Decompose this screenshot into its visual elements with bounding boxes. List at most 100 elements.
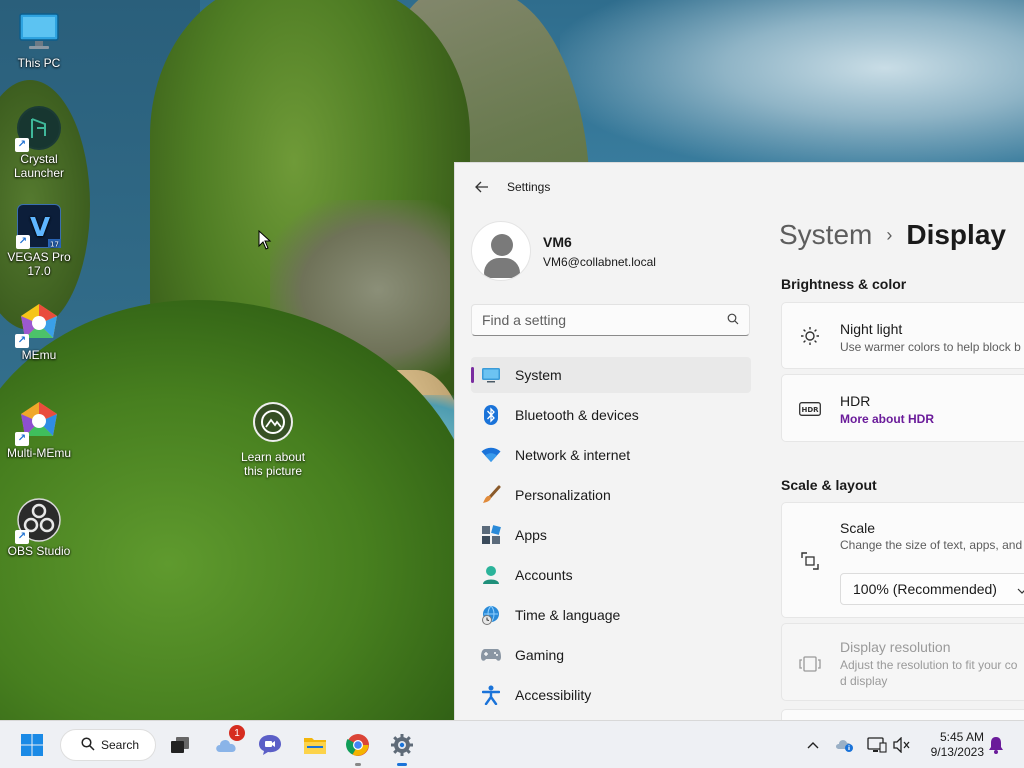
- breadcrumb: System › Display: [779, 219, 1006, 251]
- obs-studio-icon: ↗: [15, 498, 61, 544]
- user-profile[interactable]: VM6 VM6@collabnet.local: [471, 221, 656, 281]
- night-light-title: Night light: [840, 321, 903, 337]
- crystal-launcher-icon: ↗: [15, 106, 61, 152]
- clock-time: 5:45 AM: [939, 730, 984, 744]
- task-view-icon: [171, 737, 189, 753]
- desktop-icon-this-pc[interactable]: This PC: [1, 10, 77, 70]
- nav-item-accounts[interactable]: Accounts: [471, 557, 751, 593]
- bluetooth-icon: [481, 405, 501, 425]
- shortcut-arrow-icon: ↗: [16, 235, 30, 249]
- teams-chat-button[interactable]: [254, 729, 286, 761]
- nav-item-system[interactable]: System: [471, 357, 751, 393]
- display-resolution-card: Display resolution Adjust the resolution…: [781, 623, 1024, 701]
- nav-item-time-language[interactable]: Time & language: [471, 597, 751, 633]
- more-about-hdr-link[interactable]: More about HDR: [840, 412, 934, 426]
- nav-item-label: Personalization: [515, 487, 611, 503]
- back-button[interactable]: [471, 176, 493, 198]
- desktop-icon-label: Multi-MEmu: [6, 446, 71, 460]
- taskbar-clock[interactable]: 5:45 AM 9/13/2023: [918, 730, 984, 760]
- chrome-icon: [346, 734, 369, 756]
- network-monitor-icon[interactable]: [867, 735, 887, 755]
- desktop-icon-memu[interactable]: ↗ MEmu: [1, 302, 77, 362]
- desktop-icon-learn-about-picture[interactable]: Learn about this picture: [236, 402, 310, 478]
- shortcut-arrow-icon: ↗: [15, 334, 29, 348]
- clock-date: 9/13/2023: [930, 745, 984, 759]
- display-resolution-subtitle-1: Adjust the resolution to fit your co: [840, 658, 1018, 672]
- display-resolution-subtitle-2: d display: [840, 674, 888, 688]
- settings-search-box[interactable]: [471, 304, 750, 336]
- nav-item-gaming[interactable]: Gaming: [471, 637, 751, 673]
- desktop-icon-obs-studio[interactable]: ↗ OBS Studio: [1, 498, 77, 558]
- accessibility-icon: [481, 685, 501, 705]
- scale-dropdown-value: 100% (Recommended): [853, 581, 997, 597]
- taskbar-search[interactable]: Search: [60, 729, 156, 761]
- settings-title: Settings: [507, 180, 551, 194]
- avatar-head: [491, 234, 513, 256]
- notification-bell-icon[interactable]: [986, 735, 1006, 755]
- start-button[interactable]: [16, 729, 48, 761]
- active-indicator: [397, 763, 407, 766]
- hdr-icon-text: HDR: [801, 406, 819, 414]
- desktop-icon-crystal-launcher[interactable]: ↗ Crystal Launcher: [1, 106, 77, 180]
- nav-item-apps[interactable]: Apps: [471, 517, 751, 553]
- nav-item-bluetooth[interactable]: Bluetooth & devices: [471, 397, 751, 433]
- weather-widget-button[interactable]: 1: [211, 725, 245, 761]
- nav-item-label: Accessibility: [515, 687, 592, 703]
- windows-logo-icon: [21, 734, 43, 756]
- settings-window: Settings VM6 VM6@collabnet.local System: [454, 162, 1024, 720]
- nav-item-label: Apps: [515, 527, 547, 543]
- monitor-icon: [17, 10, 61, 54]
- section-title-brightness: Brightness & color: [781, 276, 907, 292]
- vegas-pro-icon: V 17 ↗: [16, 204, 61, 249]
- shortcut-arrow-icon: ↗: [15, 432, 29, 446]
- nav-item-accessibility[interactable]: Accessibility: [471, 677, 751, 713]
- system-icon: [481, 365, 501, 385]
- person-icon: [481, 565, 501, 585]
- nav-item-personalization[interactable]: Personalization: [471, 477, 751, 513]
- task-view-button[interactable]: [164, 729, 196, 761]
- file-explorer-button[interactable]: [299, 729, 331, 761]
- globe-clock-icon: [481, 605, 501, 625]
- scale-card: Scale Change the size of text, apps, and…: [781, 502, 1024, 618]
- nav-item-label: Accounts: [515, 567, 573, 583]
- desktop-icon-multi-memu[interactable]: ↗ Multi-MEmu: [1, 400, 77, 460]
- nav-item-network[interactable]: Network & internet: [471, 437, 751, 473]
- running-indicator: [355, 763, 361, 766]
- desktop-icon-label: Crystal Launcher: [13, 152, 65, 180]
- breadcrumb-parent[interactable]: System: [779, 219, 872, 251]
- hdr-card[interactable]: HDR HDR More about HDR: [781, 374, 1024, 442]
- scale-subtitle: Change the size of text, apps, and: [840, 538, 1023, 552]
- volume-muted-icon[interactable]: [892, 735, 912, 755]
- hdr-icon: HDR: [798, 397, 822, 421]
- shortcut-arrow-icon: ↗: [15, 138, 29, 152]
- avatar: [471, 221, 531, 281]
- scale-title: Scale: [840, 520, 876, 536]
- desktop-icon-vegas-pro[interactable]: V 17 ↗ VEGAS Pro 17.0: [1, 204, 77, 278]
- search-icon: [81, 736, 95, 754]
- next-card[interactable]: [781, 709, 1024, 720]
- chrome-button[interactable]: [342, 729, 374, 766]
- onedrive-info-icon[interactable]: [835, 735, 855, 755]
- show-hidden-icons-chevron-up-icon[interactable]: [803, 735, 823, 755]
- settings-taskbar-button[interactable]: [386, 729, 418, 766]
- brush-icon: [481, 485, 501, 505]
- settings-search-input[interactable]: [482, 312, 727, 328]
- scale-dropdown[interactable]: 100% (Recommended): [840, 573, 1024, 605]
- avatar-body: [484, 258, 520, 278]
- settings-nav: System Bluetooth & devices Network & int…: [471, 357, 751, 717]
- nav-item-label: System: [515, 367, 562, 383]
- desktop-icon-label: OBS Studio: [7, 544, 71, 558]
- wallpaper-sea-shine: [560, 0, 1024, 170]
- night-light-card[interactable]: Night light Use warmer colors to help bl…: [781, 302, 1024, 369]
- nav-item-label: Bluetooth & devices: [515, 407, 639, 423]
- nav-item-label: Network & internet: [515, 447, 631, 463]
- svg-text:V: V: [30, 213, 50, 243]
- apps-icon: [481, 525, 501, 545]
- settings-titlebar: Settings: [455, 163, 1024, 211]
- scale-icon: [798, 549, 822, 573]
- breadcrumb-current: Display: [906, 219, 1006, 250]
- desktop-icon-label: VEGAS Pro 17.0: [7, 250, 71, 278]
- display-resolution-title: Display resolution: [840, 639, 951, 655]
- folder-icon: [304, 738, 326, 754]
- desktop-icon-label: This PC: [17, 56, 61, 70]
